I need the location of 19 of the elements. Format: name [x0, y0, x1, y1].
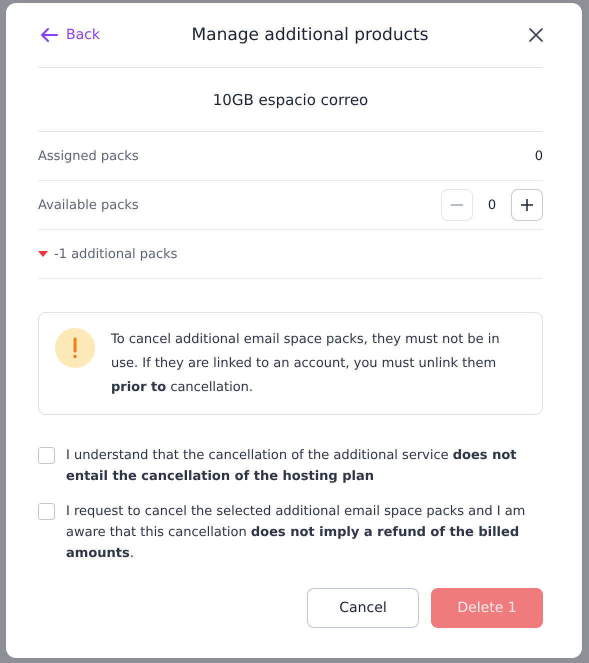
change-text: -1 additional packs — [54, 246, 178, 262]
product-name: 10GB espacio correo — [212, 90, 368, 108]
checkbox[interactable] — [38, 503, 55, 520]
close-button[interactable] — [528, 27, 544, 43]
warning-text: To cancel additional email space packs, they must not be in use. If they are linked to an account, you must unlink them prior to cancellation. — [111, 331, 501, 397]
row-label: Assigned packs — [38, 148, 139, 164]
increment-button[interactable] — [511, 189, 543, 221]
cancel-button[interactable]: Cancel — [307, 588, 419, 628]
arrow-left-icon — [40, 27, 58, 43]
close-icon — [528, 27, 544, 43]
back-button[interactable]: Back — [38, 27, 100, 43]
row-label: Available packs — [38, 198, 139, 212]
row-value: 0 — [534, 148, 543, 164]
checkbox[interactable] — [38, 447, 55, 464]
plus-icon — [520, 198, 534, 212]
stepper-value: 0 — [486, 198, 498, 212]
checkbox-label: I request to cancel the selected additional email space packs and I am aware that this cancellation does not imply a refund of the billed amounts. — [66, 503, 526, 563]
checkbox-label: I understand that the cancellation of the additional service does not entail the cancellation of the hosting plan — [66, 447, 518, 486]
warning-icon — [55, 328, 95, 368]
